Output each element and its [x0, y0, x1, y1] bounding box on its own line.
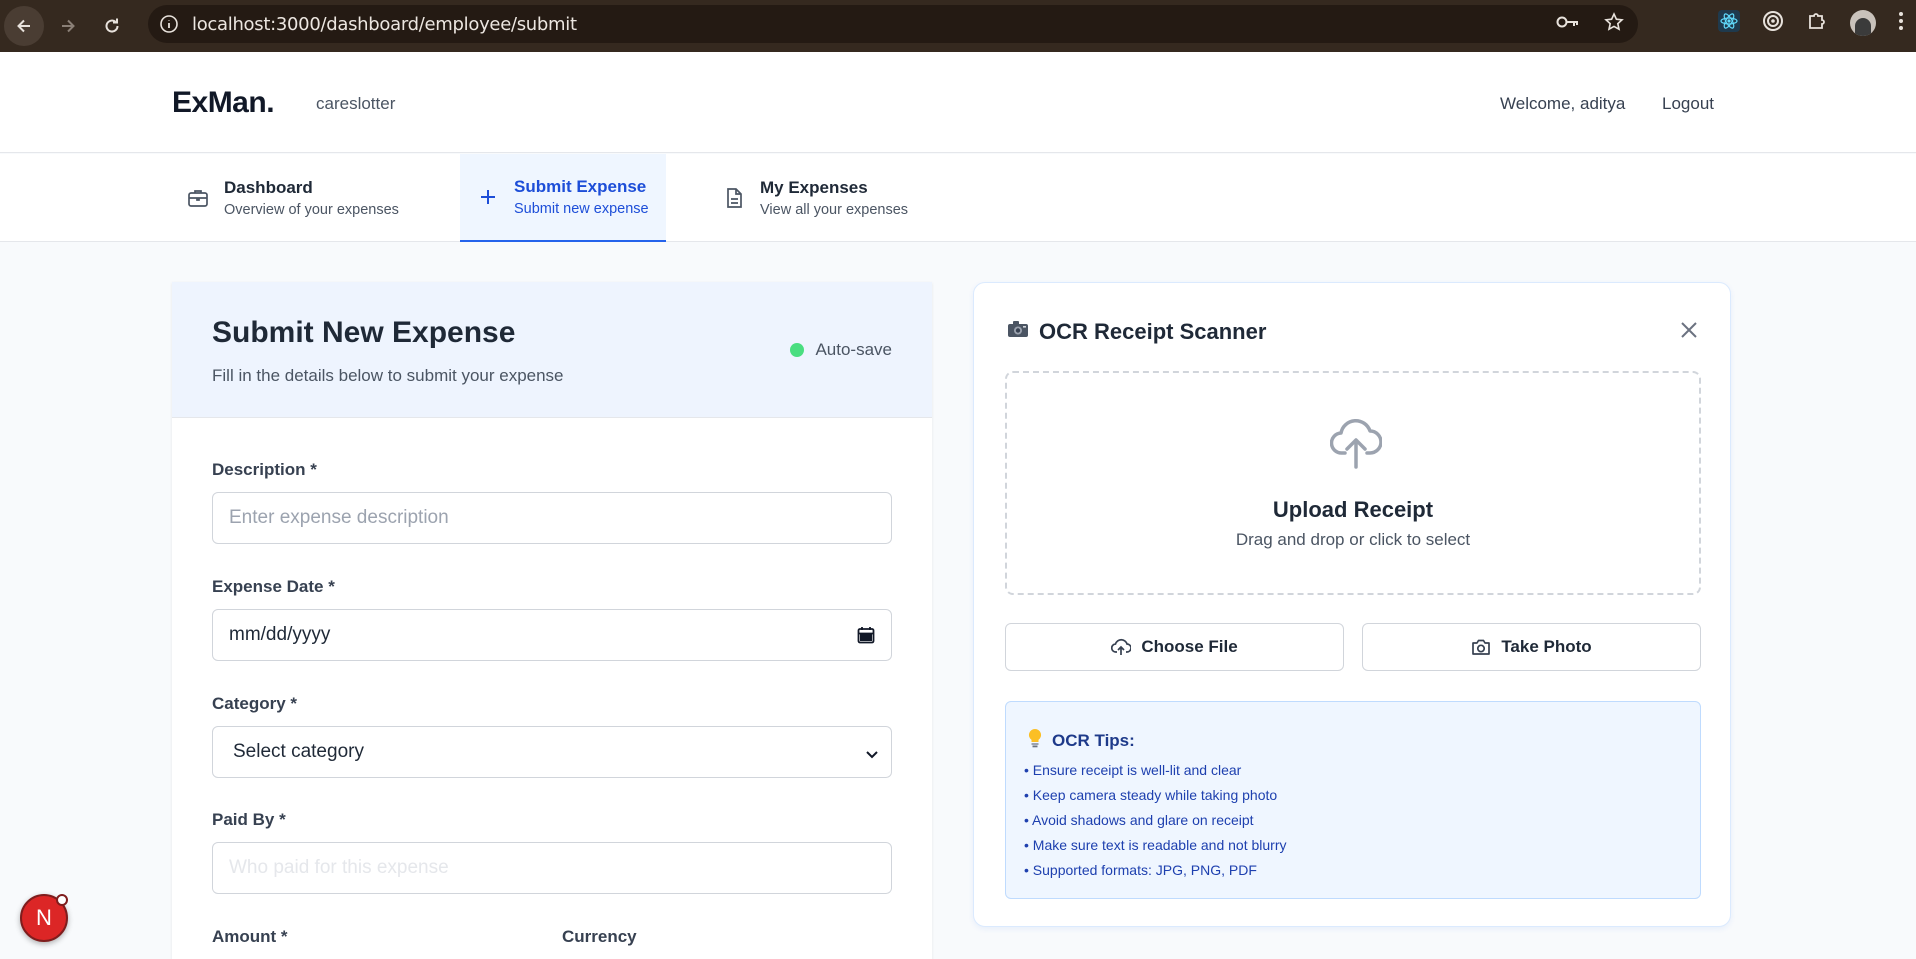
welcome-text: Welcome, aditya — [1500, 94, 1626, 113]
category-field: Category * Select category — [212, 694, 892, 778]
organization-name: careslotter — [316, 94, 396, 113]
tab-subtitle: View all your expenses — [760, 202, 909, 218]
reload-button[interactable] — [92, 6, 132, 46]
form-title: Submit New Expense — [212, 316, 516, 349]
list-item: • Ensure receipt is well-lit and clear — [1024, 762, 1242, 778]
cloud-upload-icon — [1329, 413, 1383, 474]
logout-button[interactable]: Logout — [1662, 94, 1714, 114]
amount-label: Amount * — [212, 927, 288, 946]
close-icon[interactable] — [1680, 321, 1698, 344]
target-extension-icon[interactable] — [1762, 10, 1784, 37]
choose-file-button[interactable]: Choose File — [1005, 623, 1344, 671]
list-item: • Make sure text is readable and not blu… — [1024, 837, 1287, 853]
tab-my-expenses[interactable]: My Expenses View all your expenses — [708, 154, 948, 242]
tab-subtitle: Overview of your expenses — [224, 202, 399, 218]
forward-button[interactable] — [48, 6, 88, 46]
bookmark-star-icon[interactable] — [1604, 11, 1624, 37]
tab-label: Dashboard — [224, 178, 313, 197]
reload-icon — [105, 18, 119, 33]
app-header: ExMan. careslotter Welcome, aditya Logou… — [0, 52, 1916, 153]
paid-by-placeholder: Who paid for this expense — [229, 857, 449, 878]
receipt-dropzone[interactable]: Upload Receipt Drag and drop or click to… — [1005, 371, 1701, 595]
description-input[interactable]: Enter expense description — [212, 492, 892, 544]
category-label: Category * — [212, 694, 298, 713]
calendar-icon[interactable] — [857, 626, 875, 650]
address-bar[interactable]: localhost:3000/dashboard/employee/submit — [148, 5, 1638, 43]
notification-dot-icon — [56, 894, 68, 906]
react-devtools-icon[interactable] — [1718, 9, 1740, 37]
tab-subtitle: Submit new expense — [514, 201, 649, 217]
browser-menu-icon[interactable] — [1898, 11, 1904, 36]
description-placeholder: Enter expense description — [229, 507, 449, 528]
expense-date-label: Expense Date * — [212, 577, 335, 596]
tab-label: My Expenses — [760, 178, 868, 197]
briefcase-icon — [186, 186, 210, 210]
arrow-right-icon — [62, 19, 75, 33]
profile-avatar-icon[interactable] — [1850, 10, 1876, 36]
expense-date-value: mm/dd/yyyy — [229, 624, 331, 645]
arrow-left-icon — [17, 19, 30, 33]
lightbulb-icon — [1028, 728, 1042, 753]
autosave-label: Auto-save — [815, 340, 892, 359]
upload-title: Upload Receipt — [1272, 497, 1434, 522]
tab-label: Submit Expense — [514, 177, 647, 196]
ocr-tips-heading: OCR Tips: — [1028, 728, 1135, 753]
site-info-icon[interactable] — [158, 13, 180, 35]
category-selected: Select category — [233, 741, 364, 762]
paid-by-field: Paid By * Who paid for this expense — [212, 810, 892, 894]
password-key-icon[interactable] — [1556, 14, 1580, 35]
dev-tools-indicator[interactable]: N — [20, 894, 68, 942]
url-text: localhost:3000/dashboard/employee/submit — [192, 13, 577, 35]
ocr-tips-list: • Ensure receipt is well-lit and clear •… — [1024, 758, 1286, 883]
list-item: • Avoid shadows and glare on receipt — [1024, 812, 1254, 828]
ocr-scanner-panel: OCR Receipt Scanner Upload Receipt Drag … — [973, 282, 1731, 927]
ocr-title-text: OCR Receipt Scanner — [1039, 319, 1267, 344]
form-header: Submit New Expense Fill in the details b… — [172, 282, 932, 418]
back-button[interactable] — [4, 6, 44, 46]
list-item: • Supported formats: JPG, PNG, PDF — [1024, 862, 1257, 878]
description-field: Description * Enter expense description — [212, 460, 892, 544]
camera-emoji-icon — [1007, 320, 1029, 344]
take-photo-label: Take Photo — [1501, 637, 1592, 656]
dev-indicator-letter: N — [36, 905, 52, 930]
expense-date-field: Expense Date * mm/dd/yyyy — [212, 577, 892, 661]
ocr-title: OCR Receipt Scanner — [1007, 319, 1266, 345]
paid-by-label: Paid By * — [212, 810, 286, 829]
expense-form-card: Submit New Expense Fill in the details b… — [172, 282, 932, 959]
currency-label: Currency — [562, 927, 637, 946]
form-subtitle: Fill in the details below to submit your… — [212, 366, 564, 385]
browser-toolbar: localhost:3000/dashboard/employee/submit — [0, 0, 1916, 52]
status-dot-icon — [790, 343, 805, 357]
upload-icon — [1111, 638, 1132, 656]
chevron-down-icon — [865, 745, 879, 767]
upload-subtitle: Drag and drop or click to select — [1235, 530, 1471, 549]
camera-icon — [1471, 638, 1491, 656]
paid-by-input[interactable]: Who paid for this expense — [212, 842, 892, 894]
take-photo-button[interactable]: Take Photo — [1362, 623, 1701, 671]
choose-file-label: Choose File — [1141, 637, 1238, 656]
expense-date-input[interactable]: mm/dd/yyyy — [212, 609, 892, 661]
category-select[interactable]: Select category — [212, 726, 892, 778]
tab-dashboard[interactable]: Dashboard Overview of your expenses — [172, 154, 444, 242]
nav-tabs: Dashboard Overview of your expenses Subm… — [0, 154, 1916, 242]
document-icon — [722, 186, 746, 210]
description-label: Description * — [212, 460, 317, 479]
ocr-tips-title: OCR Tips: — [1052, 730, 1135, 750]
autosave-indicator: Auto-save — [790, 340, 892, 360]
tab-submit-expense[interactable]: Submit Expense Submit new expense — [460, 154, 666, 242]
list-item: • Keep camera steady while taking photo — [1024, 787, 1278, 803]
plus-icon — [476, 185, 500, 209]
brand-logo[interactable]: ExMan. — [172, 86, 275, 120]
extensions-puzzle-icon[interactable] — [1806, 10, 1828, 37]
ocr-tips-box: OCR Tips: • Ensure receipt is well-lit a… — [1005, 701, 1701, 899]
